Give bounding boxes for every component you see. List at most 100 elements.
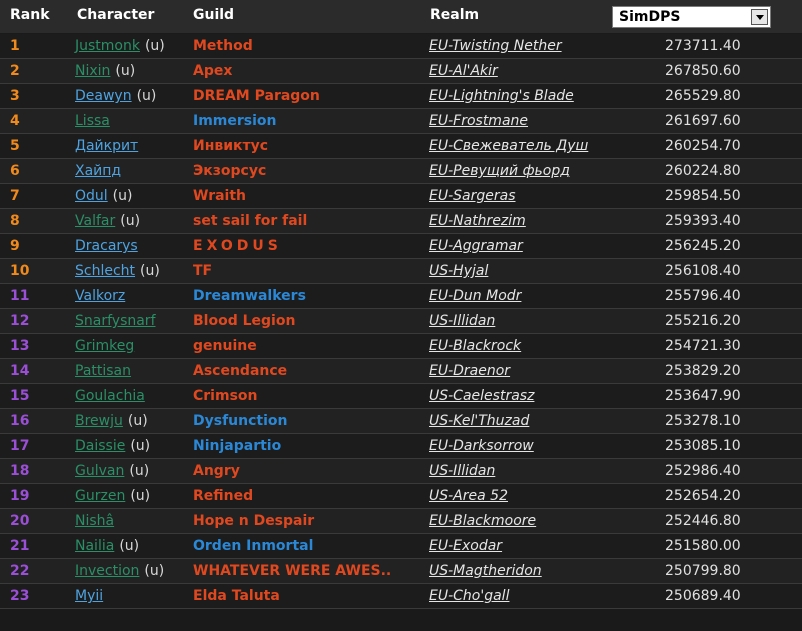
character-link[interactable]: Myii — [75, 588, 103, 604]
realm-link[interactable]: EU-Darksorrow — [429, 438, 534, 454]
character-link[interactable]: Nixin — [75, 63, 110, 79]
character-link[interactable]: Daissie — [75, 438, 125, 454]
unverified-tag: (u) — [144, 563, 165, 579]
realm-link[interactable]: EU-Ревущий фьорд — [429, 163, 570, 179]
character-link[interactable]: Gurzen — [75, 488, 125, 504]
character-link[interactable]: Nailia — [75, 538, 114, 554]
score-cell: 261697.60 — [665, 113, 741, 129]
realm-link[interactable]: EU-Draenor — [429, 363, 510, 379]
character-link[interactable]: Goulachia — [75, 388, 145, 404]
metric-select[interactable]: SimDPS — [612, 6, 771, 28]
character-link[interactable]: Pattisan — [75, 363, 131, 379]
rank-cell: 1 — [10, 38, 20, 54]
rank-cell: 20 — [10, 513, 30, 529]
guild-cell: Elda Taluta — [193, 588, 280, 604]
realm-link[interactable]: US-Illidan — [429, 463, 495, 479]
character-cell: Daissie (u) — [75, 438, 150, 454]
unverified-tag: (u) — [144, 38, 165, 54]
character-cell: Nixin (u) — [75, 63, 135, 79]
realm-link[interactable]: EU-Dun Modr — [429, 288, 521, 304]
character-cell: Nailia (u) — [75, 538, 139, 554]
character-link[interactable]: Invection — [75, 563, 139, 579]
character-link[interactable]: Хайпд — [75, 163, 121, 179]
table-row: 4 Lissa Immersion EU-Frostmane 261697.60 — [0, 109, 802, 134]
guild-cell: Dysfunction — [193, 413, 288, 429]
table-row: 13 Grimkeg genuine EU-Blackrock 254721.30 — [0, 334, 802, 359]
character-cell: Deawyn (u) — [75, 88, 156, 104]
character-link[interactable]: Snarfysnarf — [75, 313, 156, 329]
realm-link[interactable]: EU-Al'Akir — [429, 63, 498, 79]
character-link[interactable]: Deawyn — [75, 88, 132, 104]
table-row: 20 Nishâ Hope n Despair EU-Blackmoore 252446… — [0, 509, 802, 534]
realm-link[interactable]: US-Caelestrasz — [429, 388, 534, 404]
character-link[interactable]: Valkorz — [75, 288, 125, 304]
table-body: 1 Justmonk (u) Method EU-Twisting Nether 2737… — [0, 34, 802, 609]
character-link[interactable]: Grimkeg — [75, 338, 134, 354]
realm-link[interactable]: EU-Exodar — [429, 538, 502, 554]
guild-cell: Ascendance — [193, 363, 288, 379]
table-row: 14 Pattisan Ascendance EU-Draenor 253829.20 — [0, 359, 802, 384]
realm-link[interactable]: EU-Aggramar — [429, 238, 523, 254]
rank-cell: 16 — [10, 413, 30, 429]
character-cell: Snarfysnarf — [75, 313, 156, 329]
score-cell: 252446.80 — [665, 513, 741, 529]
unverified-tag: (u) — [130, 488, 151, 504]
score-cell: 250689.40 — [665, 588, 741, 604]
character-link[interactable]: Dracarys — [75, 238, 138, 254]
table-row: 11 Valkorz Dreamwalkers EU-Dun Modr 255796.4… — [0, 284, 802, 309]
rank-cell: 9 — [10, 238, 20, 254]
realm-link[interactable]: EU-Blackrock — [429, 338, 521, 354]
character-link[interactable]: Nishâ — [75, 513, 114, 529]
guild-cell: Экзорсус — [193, 163, 267, 179]
realm-link[interactable]: US-Kel'Thuzad — [429, 413, 529, 429]
realm-link[interactable]: EU-Свежеватель Душ — [429, 138, 588, 154]
realm-link[interactable]: US-Illidan — [429, 313, 495, 329]
character-header[interactable]: Character — [77, 7, 154, 23]
realm-link[interactable]: US-Hyjal — [429, 263, 488, 279]
chevron-down-icon[interactable] — [751, 9, 768, 25]
realm-header[interactable]: Realm — [430, 7, 479, 23]
realm-link[interactable]: EU-Blackmoore — [429, 513, 536, 529]
character-cell: Brewju (u) — [75, 413, 148, 429]
score-cell: 253647.90 — [665, 388, 741, 404]
guild-header[interactable]: Guild — [193, 7, 234, 23]
guild-cell: TF — [193, 263, 213, 279]
unverified-tag: (u) — [130, 438, 151, 454]
character-link[interactable]: Valfar — [75, 213, 115, 229]
character-link[interactable]: Justmonk — [75, 38, 140, 54]
score-cell: 253278.10 — [665, 413, 741, 429]
realm-link[interactable]: EU-Nathrezim — [429, 213, 526, 229]
guild-cell: Crimson — [193, 388, 258, 404]
character-link[interactable]: Дайкрит — [75, 138, 138, 154]
character-link[interactable]: Schlecht — [75, 263, 135, 279]
character-cell: Goulachia — [75, 388, 145, 404]
rank-cell: 2 — [10, 63, 20, 79]
table-header: Rank Character Guild Realm SimDPS — [0, 0, 802, 33]
score-cell: 265529.80 — [665, 88, 741, 104]
score-cell: 255796.40 — [665, 288, 741, 304]
character-link[interactable]: Odul — [75, 188, 108, 204]
rank-cell: 3 — [10, 88, 20, 104]
rank-header[interactable]: Rank — [10, 7, 50, 23]
guild-cell: Apex — [193, 63, 233, 79]
realm-link[interactable]: EU-Sargeras — [429, 188, 516, 204]
table-row: 22 Invection (u) WHATEVER WERE AWES.. US-Mag… — [0, 559, 802, 584]
unverified-tag: (u) — [115, 63, 136, 79]
realm-link[interactable]: EU-Frostmane — [429, 113, 528, 129]
realm-link[interactable]: EU-Twisting Nether — [429, 38, 562, 54]
realm-link[interactable]: US-Magtheridon — [429, 563, 542, 579]
table-row: 17 Daissie (u) Ninjapartio EU-Darksorrow 2530… — [0, 434, 802, 459]
score-cell: 254721.30 — [665, 338, 741, 354]
character-link[interactable]: Gulvan — [75, 463, 124, 479]
realm-link[interactable]: EU-Lightning's Blade — [429, 88, 574, 104]
realm-link[interactable]: EU-Cho'gall — [429, 588, 509, 604]
rank-cell: 18 — [10, 463, 30, 479]
unverified-tag: (u) — [119, 538, 140, 554]
character-link[interactable]: Lissa — [75, 113, 110, 129]
guild-cell: Method — [193, 38, 253, 54]
score-cell: 252986.40 — [665, 463, 741, 479]
realm-link[interactable]: US-Area 52 — [429, 488, 508, 504]
rank-cell: 4 — [10, 113, 20, 129]
table-row: 5 Дайкрит Инвиктус EU-Свежеватель Душ 260254… — [0, 134, 802, 159]
character-link[interactable]: Brewju — [75, 413, 123, 429]
